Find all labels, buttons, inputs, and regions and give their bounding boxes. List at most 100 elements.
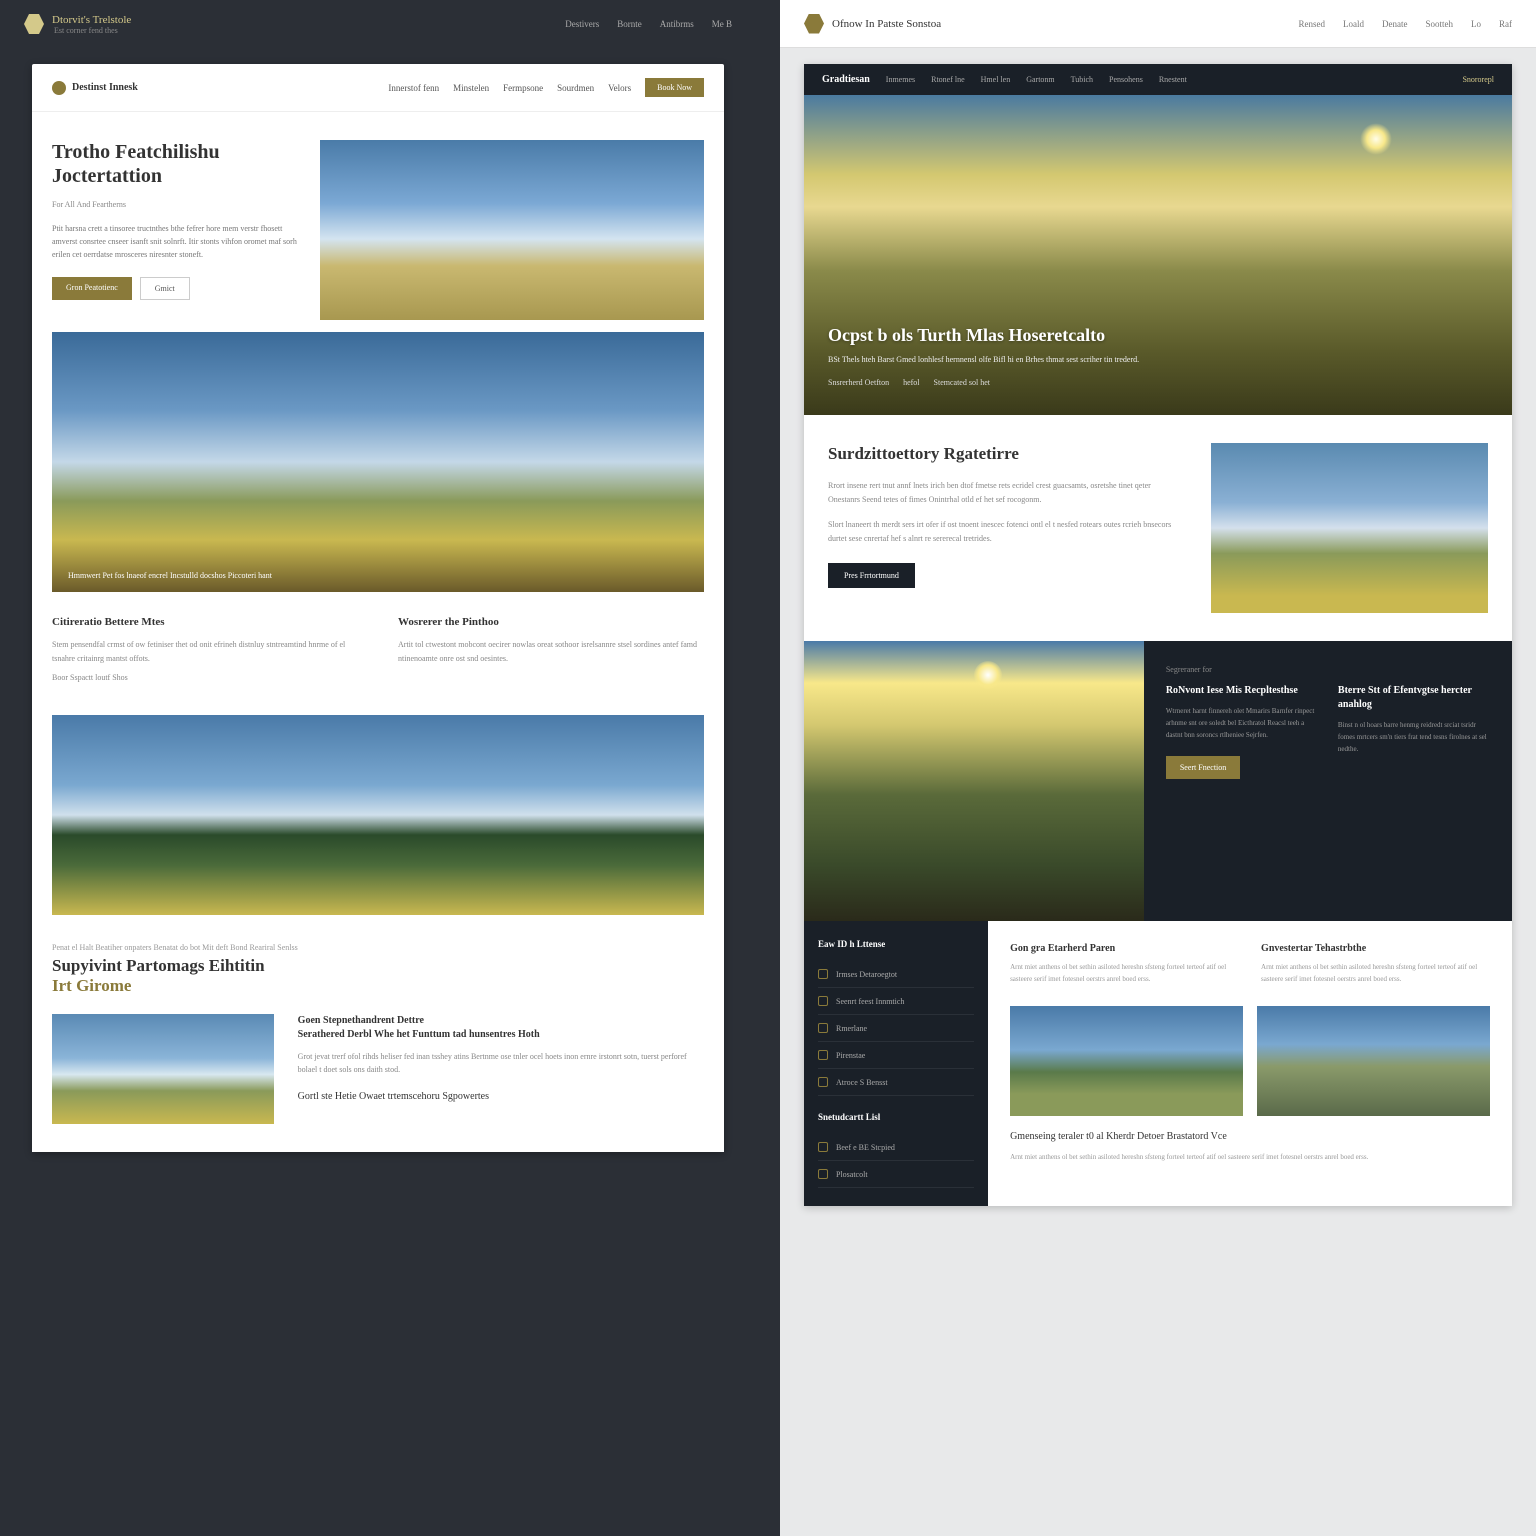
hero-tag[interactable]: Stemcated sol het — [934, 378, 990, 387]
gallery-image — [1010, 1006, 1243, 1116]
sidebar-item[interactable]: Pirenstae — [818, 1042, 974, 1069]
square-icon — [818, 1169, 828, 1179]
sub-link[interactable]: Inmemes — [886, 75, 915, 84]
split-body: Binst n ol hoars barre henmg reidredt sr… — [1338, 720, 1490, 756]
feature-tag: Penat el Halt Beatiher onpaters Benatat … — [52, 943, 704, 952]
nav-link[interactable]: Sourdmen — [557, 83, 594, 93]
split-heading: Bterre Stt of Efentvgtse hercter anahlog — [1338, 684, 1490, 712]
col-body: Artit tol ctwestont mobcont oecirer nowl… — [398, 638, 704, 665]
cta-secondary[interactable]: Gmict — [140, 277, 190, 300]
nav-link[interactable]: Raf — [1499, 19, 1512, 29]
right-page-card: Gradtiesan Inmemes Rtonef lne Hmel len G… — [804, 64, 1512, 1206]
nav-link[interactable]: Velors — [608, 83, 631, 93]
outer-topbar-right: Ofnow In Patste Sonstoa Rensed Loald Den… — [780, 0, 1536, 48]
nav-link[interactable]: Destivers — [565, 19, 599, 29]
outer-logo: Dtorvit's Trelstole Est corner fend thes — [24, 14, 131, 35]
col-heading: Wosrerer the Pinthoo — [398, 616, 704, 628]
inner-brand[interactable]: Destinst Innesk — [52, 81, 138, 95]
sub-link[interactable]: Tubich — [1071, 75, 1093, 84]
sidebar-item[interactable]: Plosatcolt — [818, 1161, 974, 1188]
feature-section: Penat el Halt Beatiher onpaters Benatat … — [32, 915, 724, 1152]
hero-body: BSt Thels hteh Barst Gmed lonhlesf hernn… — [828, 354, 1303, 366]
nav-link[interactable]: Bornte — [617, 19, 642, 29]
intro-image — [1211, 443, 1488, 613]
col-body: Stem pensendfal crmst of ow fetiniser th… — [52, 638, 358, 665]
split-button[interactable]: Seert Fnection — [1166, 756, 1240, 779]
split-tag: Segreraner for — [1166, 665, 1490, 674]
col-link[interactable]: Boor Sspactt loutf Shos — [52, 671, 358, 685]
cta-primary[interactable]: Gron Peatotienc — [52, 277, 132, 300]
sub-link[interactable]: Hmel len — [981, 75, 1011, 84]
intro-title: Surdzittoettory Rgatetirre — [828, 443, 1183, 465]
image-caption: Hmmwert Pet fos lnaeof encrel Incstulld … — [68, 571, 272, 580]
intro-section: Surdzittoettory Rgatetirre Rrort insene … — [804, 415, 1512, 641]
outer-tagline: Est corner fend thes — [54, 26, 131, 35]
nav-link[interactable]: Rensed — [1299, 19, 1326, 29]
sidebar-title: Eaw ID h Lttense — [818, 939, 974, 949]
brand-dot-icon — [52, 81, 66, 95]
nav-link[interactable]: Denate — [1382, 19, 1407, 29]
outer-topbar-left: Dtorvit's Trelstole Est corner fend thes… — [0, 0, 756, 48]
book-button[interactable]: Book Now — [645, 78, 704, 97]
lower-section: Eaw ID h Lttense Irmses Detaroegtot Seen… — [804, 921, 1512, 1206]
hero-tag[interactable]: Snsrerherd Oetfton — [828, 378, 889, 387]
sidebar-item[interactable]: Rmerlane — [818, 1015, 974, 1042]
nav-link[interactable]: Minstelen — [453, 83, 489, 93]
hero-banner: Ocpst b ols Turth Mlas Hoseretcalto BSt … — [804, 95, 1512, 415]
split-image — [804, 641, 1144, 921]
hero-title: Trotho Featchilishu Joctertattion — [52, 140, 300, 188]
sidebar: Eaw ID h Lttense Irmses Detaroegtot Seen… — [804, 921, 988, 1206]
left-page-card: Destinst Innesk Innerstof fenn Minstelen… — [32, 64, 724, 1152]
nav-link[interactable]: Sootteh — [1425, 19, 1453, 29]
outer-brand: Ofnow In Patste Sonstoa — [832, 18, 941, 30]
sun-graphic — [974, 661, 1002, 689]
sidebar-item[interactable]: Irmses Detaroegtot — [818, 961, 974, 988]
split-heading: RoNvont Iese Mis Recpltesthse — [1166, 684, 1318, 698]
intro-button[interactable]: Pres Frrtortmund — [828, 563, 915, 588]
wide-image — [52, 715, 704, 915]
hex-icon — [804, 14, 824, 34]
sub-brand[interactable]: Gradtiesan — [822, 74, 870, 85]
hero-section: Trotho Featchilishu Joctertattion For Al… — [32, 112, 724, 332]
hero-subtitle: For All And Feartherns — [52, 200, 300, 209]
hero-body: Ptit harsna crett a tinsoree tructnthes … — [52, 223, 300, 261]
sidebar-item[interactable]: Beef e BE Stcpied — [818, 1134, 974, 1161]
split-body: Wtrneret harnt finnereh olet Mmarirs Bar… — [1166, 706, 1318, 742]
sub-link[interactable]: Rnestent — [1159, 75, 1187, 84]
sidebar-title: Snetudcartt Lisl — [818, 1112, 974, 1122]
col-body: Arnt miet anthens ol bet sethin asiloted… — [1261, 962, 1490, 986]
sun-graphic — [1360, 123, 1392, 155]
square-icon — [818, 1077, 828, 1087]
outer-nav: Destivers Bornte Antibrms Me B — [565, 19, 732, 29]
nav-link[interactable]: Loald — [1343, 19, 1364, 29]
sub-link[interactable]: Gartonm — [1026, 75, 1054, 84]
inner-nav: Destinst Innesk Innerstof fenn Minstelen… — [32, 64, 724, 112]
square-icon — [818, 996, 828, 1006]
sidebar-item[interactable]: Seenrt feest Innmtich — [818, 988, 974, 1015]
wide-body: Arnt miet anthens ol bet sethin asiloted… — [1010, 1152, 1490, 1164]
hero-title: Ocpst b ols Turth Mlas Hoseretcalto — [828, 325, 1488, 346]
sub-link[interactable]: Pensohens — [1109, 75, 1143, 84]
nav-link[interactable]: Antibrms — [660, 19, 694, 29]
col-body: Arnt miet anthens ol bet sethin asiloted… — [1010, 962, 1239, 986]
sidebar-item[interactable]: Atroce S Bensst — [818, 1069, 974, 1096]
nav-link[interactable]: Fermpsone — [503, 83, 543, 93]
square-icon — [818, 1142, 828, 1152]
square-icon — [818, 1050, 828, 1060]
hero-image — [320, 140, 704, 320]
nav-link[interactable]: Lo — [1471, 19, 1481, 29]
sub-link-accent[interactable]: Snororepl — [1462, 75, 1494, 84]
hero-tag[interactable]: hefol — [903, 378, 919, 387]
hex-icon — [24, 14, 44, 34]
square-icon — [818, 969, 828, 979]
feature-subheading: Gortl ste Hetie Owaet trtemscehoru Sgpow… — [298, 1091, 704, 1102]
dark-subnav: Gradtiesan Inmemes Rtonef lne Hmel len G… — [804, 64, 1512, 95]
nav-link[interactable]: Me B — [712, 19, 732, 29]
outer-brand: Dtorvit's Trelstole — [52, 14, 131, 26]
sub-link[interactable]: Rtonef lne — [931, 75, 965, 84]
wide-heading: Gmenseing teraler t0 al Kherdr Detoer Br… — [1010, 1130, 1490, 1144]
main-content: Gon gra Etarherd Paren Arnt miet anthens… — [988, 921, 1512, 1206]
two-column-section: Citireratio Bettere Mtes Stem pensendfal… — [32, 592, 724, 715]
col-heading: Gnvestertar Tehastrbthe — [1261, 943, 1490, 954]
nav-link[interactable]: Innerstof fenn — [388, 83, 439, 93]
